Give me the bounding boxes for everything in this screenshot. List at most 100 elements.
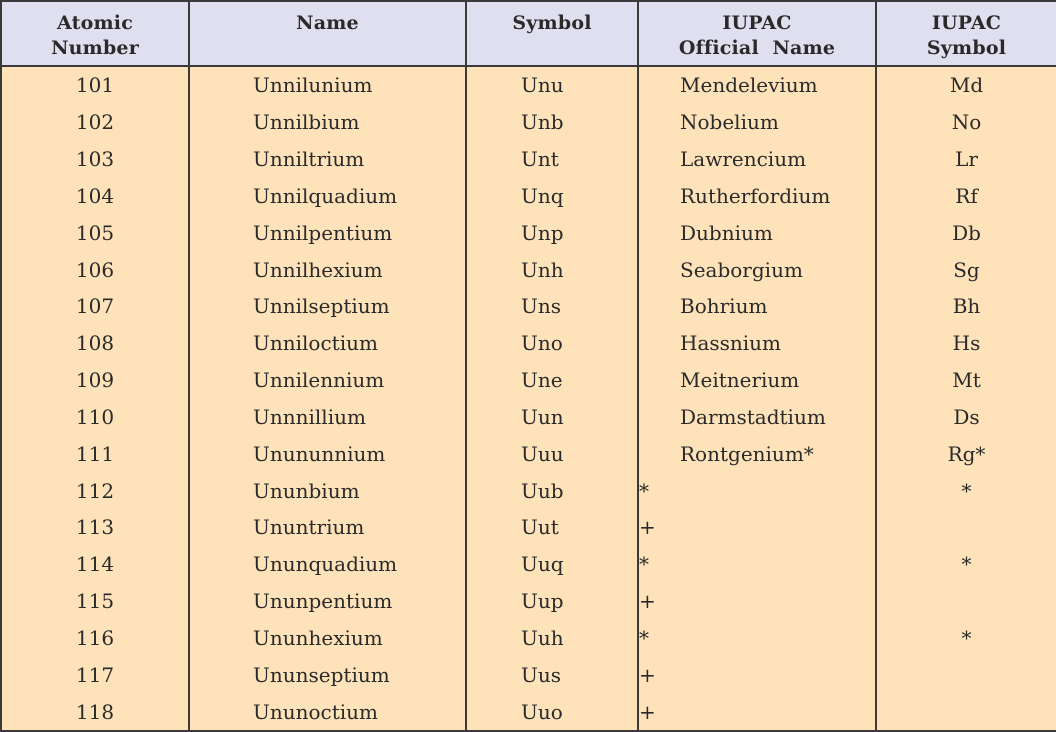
element-symbol: Uuh — [521, 625, 564, 650]
cell-iupac-name: Nobelium — [637, 103, 877, 141]
atomic-number: 113 — [75, 515, 115, 540]
atomic-number: 107 — [75, 294, 115, 319]
element-symbol: Uuq — [521, 552, 564, 577]
cell-atomic-number: 115 — [0, 582, 190, 620]
cell-iupac-name: + — [637, 656, 877, 694]
cell-name: Unnilseptium — [188, 287, 467, 325]
atomic-number: 111 — [75, 441, 115, 466]
element-symbol: Uno — [521, 331, 563, 356]
iupac-symbol: * — [961, 625, 972, 650]
table-row: 104 Unnilquadium Unq Rutherfordium Rf — [0, 177, 1056, 215]
cell-iupac-name: Darmstadtium — [637, 398, 877, 436]
element-symbol: Uub — [521, 478, 564, 503]
element-symbol: Uut — [521, 515, 559, 540]
header-line: Symbol — [926, 37, 1007, 59]
table-row: 108 Unniloctium Uno Hassnium Hs — [0, 324, 1056, 362]
cell-name: Unnilquadium — [188, 177, 467, 215]
iupac-symbol: Db — [952, 220, 981, 245]
cell-iupac-symbol — [875, 656, 1056, 694]
cell-symbol: Une — [465, 361, 639, 399]
cell-iupac-symbol: Lr — [875, 140, 1056, 178]
element-symbol: Uuu — [521, 441, 564, 466]
header-line: Number — [51, 37, 139, 59]
element-symbol: Une — [521, 368, 563, 393]
cell-name: Unnnillium — [188, 398, 467, 436]
atomic-number: 110 — [75, 404, 115, 429]
element-symbol: Uup — [521, 589, 564, 613]
table-row: 112 Ununbium Uub * * — [0, 472, 1056, 509]
cell-iupac-symbol — [875, 582, 1056, 620]
cell-atomic-number: 105 — [0, 214, 190, 252]
table-row: 109 Unnilennium Une Meitnerium Mt — [0, 361, 1056, 399]
cell-iupac-name: Seaborgium — [637, 251, 877, 288]
cell-iupac-name: * — [637, 545, 877, 583]
cell-atomic-number: 116 — [0, 619, 190, 657]
element-symbol: Uun — [521, 404, 564, 429]
element-symbol: Unq — [521, 183, 564, 208]
element-name: Ununhexium — [253, 625, 383, 650]
iupac-official-name: + — [639, 699, 656, 724]
cell-name: Ununhexium — [188, 619, 467, 657]
table-row: 103 Unniltrium Unt Lawrencium Lr — [0, 140, 1056, 178]
atomic-number: 108 — [75, 331, 115, 356]
cell-symbol: Unq — [465, 177, 639, 215]
cell-iupac-name: Bohrium — [637, 287, 877, 325]
cell-symbol: Uno — [465, 324, 639, 362]
cell-name: Ununquadium — [188, 545, 467, 583]
cell-name: Unnilbium — [188, 103, 467, 141]
iupac-symbol: Bh — [952, 294, 981, 319]
iupac-symbol: Hs — [952, 331, 981, 356]
header-name: Name — [188, 0, 467, 67]
element-symbol: Unh — [521, 257, 564, 282]
element-symbol: Uuo — [521, 699, 563, 724]
cell-name: Unnilunium — [188, 66, 467, 104]
element-name: Unnilhexium — [253, 257, 383, 282]
header-line: Official Name — [678, 37, 836, 59]
header-row: Atomic Number Name Symbol IUPAC Official… — [0, 0, 1056, 67]
table-row: 114 Ununquadium Uuq * * — [0, 545, 1056, 583]
element-name: Ununpentium — [253, 589, 393, 613]
cell-iupac-name: Rutherfordium — [637, 177, 877, 215]
cell-iupac-name: * — [637, 619, 877, 657]
cell-symbol: Unt — [465, 140, 639, 178]
cell-symbol: Uup — [465, 582, 639, 620]
table-row: 116 Ununhexium Uuh * * — [0, 619, 1056, 657]
cell-name: Unununnium — [188, 435, 467, 473]
cell-iupac-name: + — [637, 582, 877, 620]
cell-atomic-number: 106 — [0, 251, 190, 288]
iupac-official-name: Lawrencium — [680, 147, 807, 172]
header-line: Symbol — [512, 12, 592, 34]
cell-iupac-symbol: Rg* — [875, 435, 1056, 473]
iupac-symbol: * — [961, 552, 972, 577]
table-row: 113 Ununtrium Uut + — [0, 508, 1056, 546]
cell-symbol: Uus — [465, 656, 639, 694]
cell-iupac-name: Lawrencium — [637, 140, 877, 178]
cell-iupac-symbol: Ds — [875, 398, 1056, 436]
table-row: 115 Ununpentium Uup + — [0, 582, 1056, 620]
header-iupac-official-name: IUPAC Official Name — [637, 0, 877, 67]
element-name: Ununquadium — [253, 552, 398, 577]
cell-iupac-symbol: Mt — [875, 361, 1056, 399]
table-row: 118 Ununoctium Uuo + — [0, 693, 1056, 732]
iupac-symbol: Md — [949, 73, 984, 98]
element-name: Unununnium — [253, 441, 386, 466]
iupac-official-name: Darmstadtium — [680, 404, 826, 429]
cell-iupac-symbol — [875, 693, 1056, 732]
iupac-symbol: * — [961, 478, 972, 503]
cell-iupac-name: Rontgenium* — [637, 435, 877, 473]
element-name: Unnilpentium — [253, 220, 393, 245]
header-symbol: Symbol — [465, 0, 639, 67]
header-line: IUPAC — [722, 12, 792, 34]
cell-iupac-symbol: * — [875, 619, 1056, 657]
atomic-number: 115 — [75, 589, 115, 613]
cell-atomic-number: 118 — [0, 693, 190, 732]
iupac-official-name: Rutherfordium — [680, 183, 831, 208]
iupac-official-name: * — [639, 478, 649, 503]
cell-iupac-name: Meitnerium — [637, 361, 877, 399]
cell-iupac-name: + — [637, 693, 877, 732]
cell-iupac-symbol: Bh — [875, 287, 1056, 325]
iupac-official-name: + — [639, 515, 656, 540]
element-symbol: Unt — [521, 147, 559, 172]
cell-symbol: Uuq — [465, 545, 639, 583]
cell-atomic-number: 113 — [0, 508, 190, 546]
